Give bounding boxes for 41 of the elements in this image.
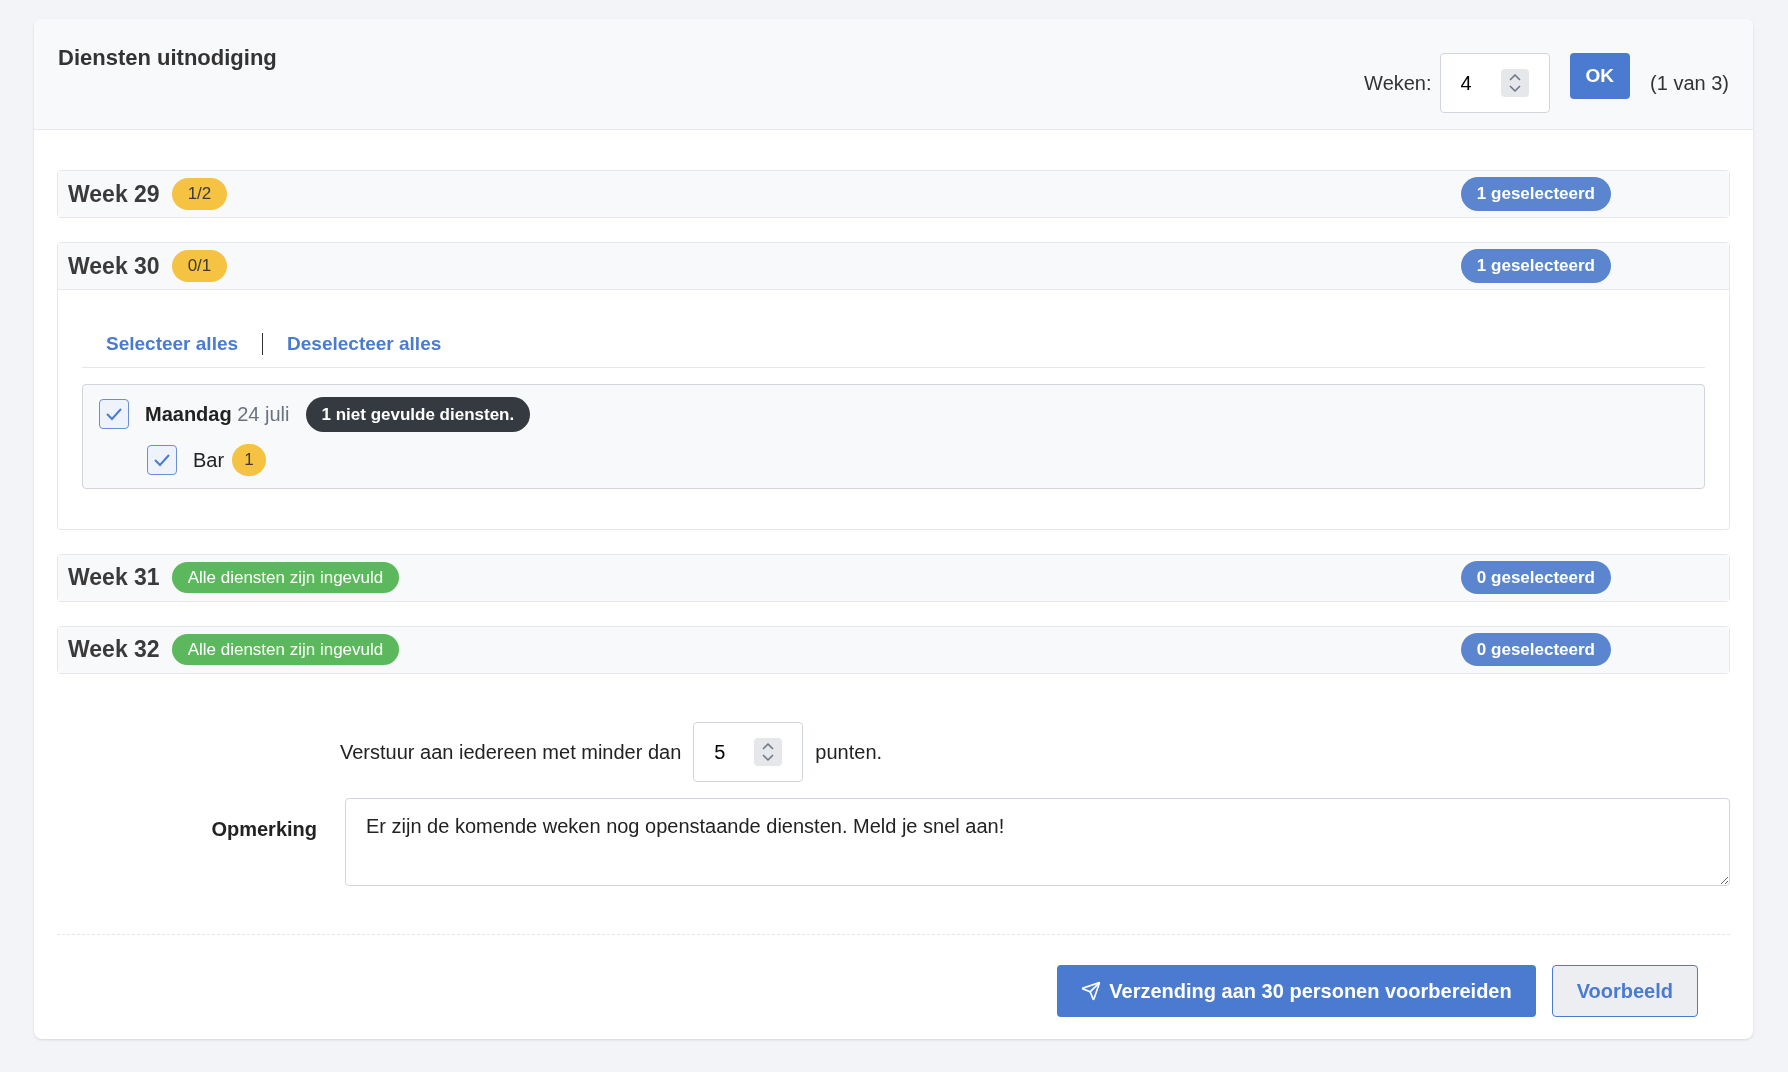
selected-count-badge: 1 geselecteerd <box>1460 249 1611 283</box>
week-header[interactable]: Week 29 1/2 1 geselecteerd <box>58 171 1729 217</box>
remark-label: Opmerking <box>210 816 317 842</box>
select-all-link[interactable]: Selecteer alles <box>106 330 239 359</box>
status-badge: Alle diensten zijn ingevuld <box>171 633 400 666</box>
week-title: Week 30 <box>68 251 160 281</box>
weeks-input[interactable]: 4 <box>1439 53 1550 113</box>
preview-button[interactable]: Voorbeeld <box>1551 964 1698 1017</box>
checkmark-icon <box>105 407 123 422</box>
day-label: Maandag 24 juli <box>145 402 290 428</box>
count-badge: 1 <box>232 444 266 476</box>
card-title: Diensten uitnodiging <box>58 44 277 72</box>
checkmark-icon <box>153 452 171 467</box>
week-header[interactable]: Week 31 Alle diensten zijn ingevuld 0 geselecteerd <box>58 554 1729 601</box>
week-title: Week 32 <box>68 635 160 665</box>
spinner-icon[interactable] <box>754 737 783 766</box>
spinner-icon[interactable] <box>1500 69 1529 97</box>
send-button[interactable]: Verzending aan 30 personen voorbereiden <box>1057 964 1536 1017</box>
status-badge: Alle diensten zijn ingevuld <box>171 561 400 594</box>
week-header[interactable]: Week 30 0/1 1 geselecteerd <box>58 243 1729 289</box>
points-label: Verstuur aan iedereen met minder dan <box>340 739 682 765</box>
checkbox[interactable] <box>99 399 129 430</box>
week-header[interactable]: Week 32 Alle diensten zijn ingevuld 0 geselecteerd <box>58 626 1729 673</box>
week-title: Week 29 <box>68 179 160 209</box>
page-info: (1 van 3) <box>1650 71 1729 96</box>
ok-button[interactable]: OK <box>1569 53 1631 99</box>
checkbox[interactable] <box>147 444 177 475</box>
week-title: Week 31 <box>68 563 160 593</box>
selected-count-badge: 0 geselecteerd <box>1460 560 1611 595</box>
points-input[interactable]: 5 <box>693 721 804 782</box>
weeks-label: Weken: <box>1364 71 1432 96</box>
shift-label: Bar <box>193 447 225 473</box>
selected-count-badge: 0 geselecteerd <box>1460 632 1611 667</box>
remark-field[interactable]: Er zijn de komende weken nog openstaande diensten. Meld je snel aan! <box>345 797 1730 886</box>
status-badge: 0/1 <box>171 250 228 282</box>
send-icon <box>1081 980 1102 1001</box>
deselect-all-link[interactable]: Deselecteer alles <box>287 330 442 359</box>
points-suffix: punten. <box>815 739 883 765</box>
status-badge: 1/2 <box>171 178 228 210</box>
unfilled-badge: 1 niet gevulde diensten. <box>305 396 531 432</box>
selected-count-badge: 1 geselecteerd <box>1460 177 1611 211</box>
